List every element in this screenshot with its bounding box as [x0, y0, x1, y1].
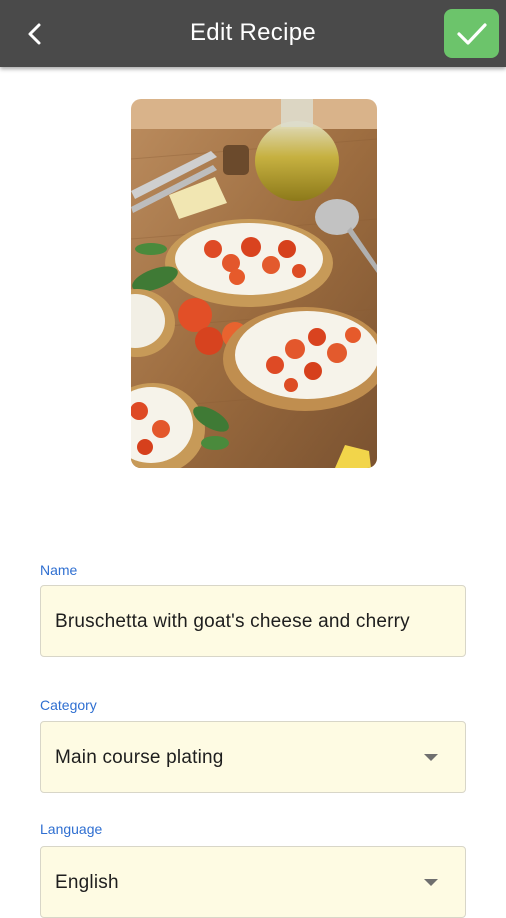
category-dropdown[interactable]: Main course plating — [40, 721, 466, 793]
name-field-value: Bruschetta with goat's cheese and cherry — [55, 611, 410, 632]
save-button[interactable] — [444, 9, 499, 58]
recipe-photo[interactable] — [131, 99, 377, 468]
category-dropdown-value: Main course plating — [55, 747, 224, 768]
dropdown-arrow-icon — [424, 754, 438, 761]
name-label: Name — [40, 562, 78, 578]
language-dropdown-value: English — [55, 872, 119, 893]
dropdown-arrow-icon — [424, 879, 438, 886]
language-dropdown[interactable]: English — [40, 846, 466, 918]
name-field[interactable]: Bruschetta with goat's cheese and cherry — [40, 585, 466, 657]
category-label: Category — [40, 697, 97, 713]
language-label: Language — [40, 821, 103, 837]
app-bar: Edit Recipe — [0, 0, 506, 67]
page-title: Edit Recipe — [189, 19, 317, 46]
checkmark-icon — [456, 22, 487, 45]
recipe-photo-illustration — [131, 99, 377, 468]
